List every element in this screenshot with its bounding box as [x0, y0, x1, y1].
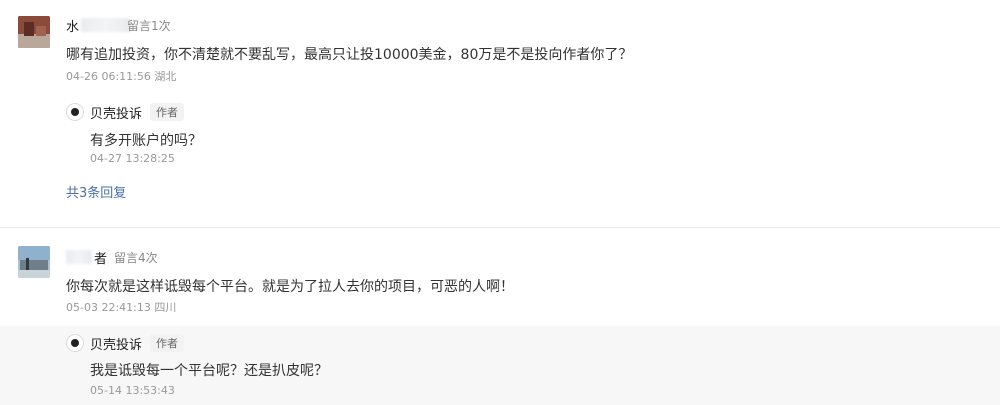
username[interactable]: 水 — [66, 16, 132, 35]
avatar-image — [18, 246, 50, 278]
reply-text: 我是诋毁每一个平台呢？还是扒皮呢？ — [90, 363, 328, 379]
comment-2: 者 留言4次 你每次就是这样诋毁每个平台。就是为了拉人去你的项目，可恶的人啊！ … — [0, 228, 1000, 405]
location: 四川 — [154, 301, 177, 314]
avatar[interactable] — [18, 16, 50, 48]
comment-meta: 04-26 06:11:56 湖北 — [66, 68, 176, 84]
comment-meta: 05-03 22:41:13 四川 — [66, 299, 176, 315]
username-visible: 者 — [94, 251, 108, 267]
timestamp: 04-26 06:11:56 — [66, 70, 151, 83]
comment-text: 你每次就是这样诋毁每个平台。就是为了拉人去你的项目，可恶的人啊！ — [66, 279, 514, 295]
reply-author-name[interactable]: 贝壳投诉 — [90, 103, 142, 122]
username-visible: 水 — [66, 19, 80, 35]
more-replies-link[interactable]: 共3条回复 — [66, 182, 126, 201]
username-obscured — [66, 250, 92, 264]
avatar-image — [18, 16, 50, 48]
reply-text: 有多开账户的吗？ — [90, 133, 202, 149]
avatar[interactable] — [18, 246, 50, 278]
comment-text: 哪有追加投资，你不清楚就不要乱写，最高只让投10000美金，80万是不是投向作者… — [66, 47, 633, 63]
timestamp: 05-03 22:41:13 — [66, 301, 151, 314]
comment-count-badge: 留言1次 — [127, 19, 171, 33]
author-logo-icon — [71, 339, 79, 347]
author-tag: 作者 — [150, 334, 184, 352]
reply-timestamp: 04-27 13:28:25 — [90, 152, 175, 165]
reply-author-avatar[interactable] — [66, 103, 84, 121]
author-tag: 作者 — [150, 103, 184, 121]
reply-timestamp: 05-14 13:53:43 — [90, 384, 175, 397]
author-logo-icon — [71, 108, 79, 116]
username[interactable]: 者 — [66, 248, 108, 267]
comment-1: 水 留言1次 哪有追加投资，你不清楚就不要乱写，最高只让投10000美金，80万… — [0, 0, 1000, 228]
comment-count-badge: 留言4次 — [114, 251, 158, 265]
reply-author-avatar[interactable] — [66, 334, 84, 352]
reply-author-name[interactable]: 贝壳投诉 — [90, 334, 142, 353]
location: 湖北 — [154, 70, 177, 83]
username-obscured — [81, 18, 132, 32]
